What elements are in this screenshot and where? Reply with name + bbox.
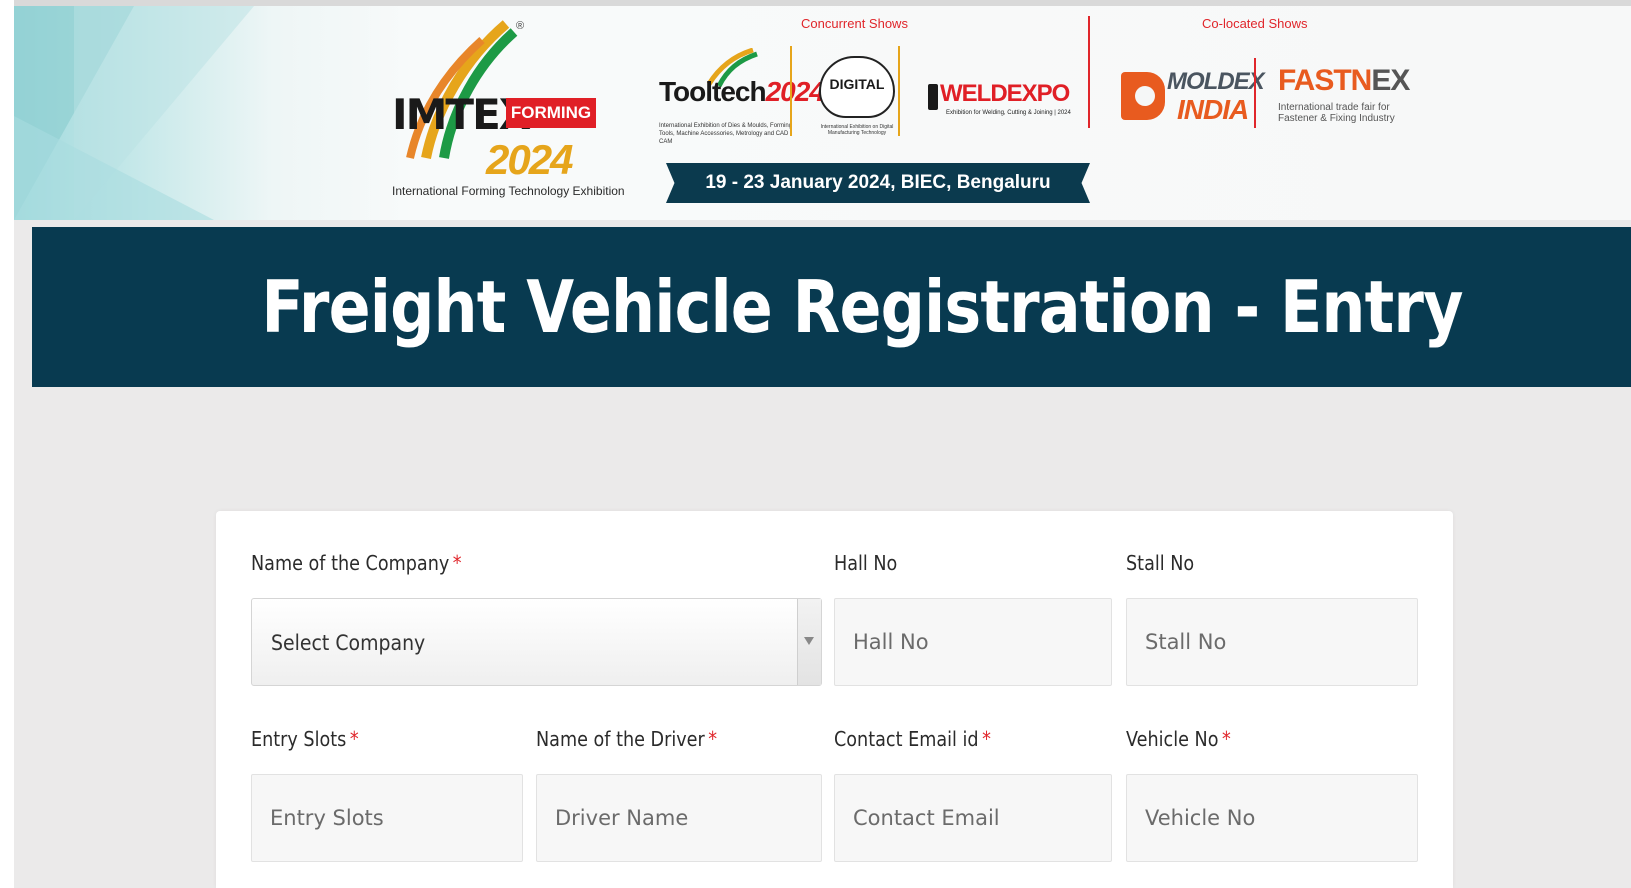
hall-input[interactable] — [835, 599, 1111, 685]
weldexpo-wordmark: WELDEXPO — [940, 80, 1070, 107]
required-marker: * — [982, 727, 991, 751]
company-label: Name of the Company * — [251, 551, 462, 575]
hall-label-text: Hall No — [834, 551, 898, 575]
entry-slots-input[interactable] — [252, 775, 522, 861]
welding-torch-icon — [928, 84, 938, 110]
email-label: Contact Email id * — [834, 727, 991, 751]
stall-input[interactable] — [1127, 599, 1417, 685]
page-title: Freight Vehicle Registration - Entry — [261, 265, 1463, 349]
imtex-year: 2024 — [486, 136, 573, 183]
concurrent-shows-label: Concurrent Shows — [801, 16, 908, 31]
tooltech-subtitle: International Exhibition of Dies & Mould… — [659, 123, 793, 145]
email-label-text: Contact Email id — [834, 727, 979, 751]
moldex-india-logo: MOLDEX INDIA — [1121, 64, 1265, 128]
digital-subtitle: International Exhibition on Digital Manu… — [820, 124, 894, 136]
stall-field — [1126, 598, 1418, 686]
driver-label: Name of the Driver * — [536, 727, 717, 751]
vehicle-no-input[interactable] — [1127, 775, 1417, 861]
driver-field — [536, 774, 822, 862]
fastnex-logo: FASTNEX International trade fair for Fas… — [1278, 62, 1410, 132]
driver-label-text: Name of the Driver — [536, 727, 705, 751]
logo-divider — [790, 46, 792, 136]
page-left-strip — [0, 0, 14, 888]
imtex-forming-logo: ® IMTEX FORMING 2024 International Formi… — [376, 18, 625, 204]
page-title-bar: Freight Vehicle Registration - Entry — [32, 227, 1631, 387]
contact-email-input[interactable] — [835, 775, 1111, 861]
company-select-value: Select Company — [271, 631, 426, 655]
tooltech-logo: Tooltech2024 International Exhibition of… — [659, 48, 825, 146]
stall-label: Stall No — [1126, 551, 1194, 575]
digital-wordmark: DIGITAL — [829, 76, 885, 92]
registration-form: Name of the Company * Select Company Hall… — [216, 511, 1453, 888]
company-label-text: Name of the Company — [251, 551, 450, 575]
logo-divider — [898, 46, 900, 136]
weldexpo-logo: WELDEXPO Exhibition for Welding, Cutting… — [928, 80, 1088, 120]
digital-manufacturing-logo: DIGITAL International Exhibition on Digi… — [817, 56, 897, 140]
weldexpo-subtitle: Exhibition for Welding, Cutting & Joinin… — [946, 110, 1071, 116]
select-toggle[interactable] — [797, 599, 821, 685]
shows-divider — [1088, 16, 1090, 128]
vehicle-label: Vehicle No * — [1126, 727, 1231, 751]
stall-label-text: Stall No — [1126, 551, 1195, 575]
registered-mark: ® — [516, 20, 525, 32]
vehicle-label-text: Vehicle No — [1126, 727, 1219, 751]
hall-label: Hall No — [834, 551, 897, 575]
event-date-location: 19 - 23 January 2024, BIEC, Bengaluru — [705, 172, 1051, 193]
fastnex-subtitle: International trade fair for Fastener & … — [1278, 102, 1395, 124]
entry-slots-label: Entry Slots * — [251, 727, 359, 751]
moldex-wordmark: MOLDEX — [1167, 68, 1265, 95]
entry-slots-field — [251, 774, 523, 862]
entry-slots-label-text: Entry Slots — [251, 727, 347, 751]
fastnex-word-left: FASTN — [1278, 64, 1372, 97]
colocated-shows-label: Co-located Shows — [1202, 16, 1308, 31]
moldex-mark-icon — [1121, 72, 1165, 120]
tooltech-word-right: 2024 — [765, 76, 825, 107]
banner-facet — [14, 116, 214, 220]
vehicle-field — [1126, 774, 1418, 862]
email-field — [834, 774, 1112, 862]
fastnex-wordmark: FASTNEX — [1278, 64, 1410, 98]
required-marker: * — [1221, 727, 1231, 751]
event-banner: ® IMTEX FORMING 2024 International Formi… — [14, 6, 1631, 220]
logo-divider — [1254, 58, 1256, 128]
hall-field — [834, 598, 1112, 686]
required-marker: * — [708, 727, 718, 751]
required-marker: * — [452, 551, 462, 575]
driver-name-input[interactable] — [537, 775, 821, 861]
forming-badge: FORMING — [506, 98, 596, 128]
moldex-india-word: INDIA — [1177, 94, 1249, 125]
required-marker: * — [349, 727, 359, 751]
chevron-down-icon — [804, 637, 814, 645]
fastnex-word-right: EX — [1371, 64, 1410, 97]
imtex-subtitle: International Forming Technology Exhibit… — [392, 184, 625, 198]
tooltech-wordmark: Tooltech2024 — [659, 76, 825, 108]
tooltech-word-left: Tooltech — [659, 76, 767, 107]
company-select[interactable]: Select Company — [251, 598, 822, 686]
